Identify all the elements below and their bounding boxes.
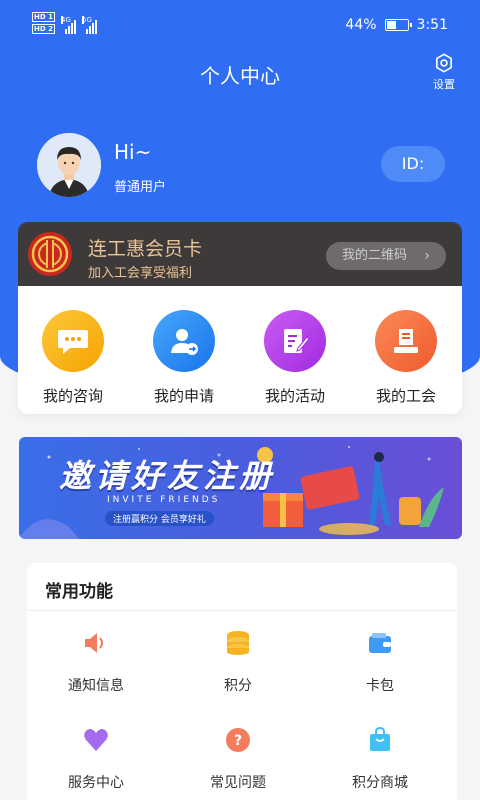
chat-bubble-icon: [42, 310, 104, 372]
coins-icon: [223, 628, 253, 658]
quick-item-label: 我的申请: [153, 387, 214, 405]
function-label: 积分: [224, 678, 252, 694]
heart-icon: [81, 725, 111, 755]
battery-icon: [384, 19, 412, 31]
function-faq[interactable]: ? 常见问题: [188, 725, 288, 792]
signal-icon: 4G: [60, 16, 76, 34]
function-points-mall[interactable]: 积分商城: [330, 725, 430, 792]
function-label: 服务中心: [68, 775, 124, 791]
quick-item-label: 我的咨询: [42, 387, 103, 405]
chevron-right-icon: ›: [424, 248, 430, 264]
quick-item-apply[interactable]: 我的申请: [139, 310, 229, 406]
id-button[interactable]: ID:: [381, 146, 445, 182]
banner-subtitle: INVITE FRIENDS: [107, 495, 221, 505]
settings-label: 设置: [433, 78, 455, 91]
function-label: 积分商城: [352, 775, 408, 791]
function-label: 卡包: [366, 678, 394, 694]
user-avatar-icon: [37, 133, 101, 197]
member-card-subtitle: 加入工会享受福利: [88, 266, 193, 281]
gear-icon: [436, 53, 452, 73]
function-wallet[interactable]: 卡包: [330, 628, 430, 695]
page-title: 个人中心: [200, 64, 280, 88]
svg-text:?: ?: [234, 733, 242, 749]
question-icon: ?: [223, 725, 253, 755]
edit-note-icon: [264, 310, 326, 372]
quick-actions: 我的咨询 我的申请 我的活动 我的工会: [18, 286, 462, 414]
speaker-icon: [81, 628, 111, 658]
divider: [27, 610, 457, 611]
wallet-icon: [365, 628, 395, 658]
function-label: 常见问题: [210, 775, 266, 791]
section-title: 常用功能: [45, 582, 113, 602]
member-card[interactable]: 连工惠会员卡 加入工会享受福利 我的二维码 ›: [18, 222, 462, 286]
qr-code-button[interactable]: 我的二维码 ›: [326, 242, 446, 270]
quick-item-consult[interactable]: 我的咨询: [28, 310, 118, 406]
settings-button[interactable]: 设置: [424, 52, 464, 92]
hd2-badge: HD 2: [32, 24, 55, 34]
quick-item-union[interactable]: 我的工会: [361, 310, 451, 406]
function-notifications[interactable]: 通知信息: [46, 628, 146, 695]
banner-title: 邀请好友注册: [59, 457, 276, 495]
union-building-icon: [375, 310, 437, 372]
signal-icon: 5G: [81, 16, 97, 34]
battery-percent: 44%: [345, 17, 377, 33]
network-type-1: 4G: [60, 16, 71, 24]
function-points[interactable]: 积分: [188, 628, 288, 695]
member-card-title: 连工惠会员卡: [88, 238, 203, 260]
user-apply-icon: [153, 310, 215, 372]
greeting: Hi~: [114, 140, 152, 164]
function-label: 通知信息: [68, 678, 124, 694]
shopping-bag-icon: [365, 725, 395, 755]
quick-item-label: 我的工会: [375, 387, 436, 405]
union-emblem-icon: [28, 232, 72, 276]
common-functions-panel: 常用功能 通知信息 积分 卡包 服务中心 ? 常见问题 积分商城: [27, 563, 457, 800]
quick-item-activity[interactable]: 我的活动: [250, 310, 340, 406]
invite-friends-banner[interactable]: 邀请好友注册 INVITE FRIENDS 注册赢积分 会员享好礼: [19, 437, 462, 539]
user-type: 普通用户: [114, 180, 167, 195]
clock: 3:51: [416, 17, 448, 33]
avatar[interactable]: [37, 133, 101, 197]
function-service-center[interactable]: 服务中心: [46, 725, 146, 792]
quick-item-label: 我的活动: [264, 387, 325, 405]
network-type-2: 5G: [81, 16, 92, 24]
qr-code-label: 我的二维码: [342, 248, 408, 263]
banner-tagline: 注册赢积分 会员享好礼: [105, 511, 214, 526]
status-bar: HD 1 HD 2 4G 5G 44% 3:51: [0, 0, 480, 54]
hd1-badge: HD 1: [32, 12, 55, 22]
